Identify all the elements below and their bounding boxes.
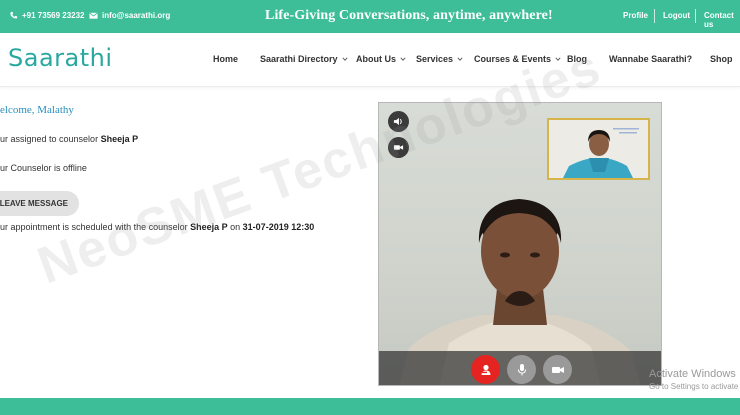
nav-item-label: Wannabe Saarathi?	[609, 54, 693, 64]
nav-item-services[interactable]: Services	[416, 54, 463, 64]
camera-toggle-button[interactable]	[388, 137, 409, 158]
call-control-bar	[379, 351, 661, 385]
end-call-icon	[481, 364, 490, 375]
leave-message-button[interactable]: LEAVE MESSAGE	[0, 191, 79, 216]
chevron-down-icon	[342, 57, 348, 61]
nav-item-courses[interactable]: Courses & Events	[474, 54, 561, 64]
phone-contact[interactable]: +91 73569 23232	[9, 11, 85, 20]
video-camera-icon	[551, 366, 564, 373]
counselor-name: Sheeja P	[100, 134, 139, 144]
nav-item-blog[interactable]: Blog	[567, 54, 587, 64]
appointment-datetime: 31-07-2019 12:30	[242, 222, 315, 232]
local-video-preview	[547, 118, 650, 180]
assigned-prefix: ur assigned to counselor	[0, 134, 101, 144]
topbar-divider	[654, 9, 655, 23]
welcome-heading: elcome, Malathy	[0, 104, 74, 116]
nav-item-directory[interactable]: Saarathi Directory	[260, 54, 348, 64]
microphone-icon	[517, 363, 526, 375]
main-nav: Saarathi Home Saarathi Directory About U…	[0, 33, 740, 87]
nav-item-about[interactable]: About Us	[356, 54, 406, 64]
speaker-icon	[393, 117, 402, 126]
activate-title: Activate Windows	[649, 368, 736, 380]
tagline: Life-Giving Conversations, anytime, anyw…	[265, 8, 553, 23]
phone-number: +91 73569 23232	[22, 11, 85, 20]
activate-subtitle: Go to Settings to activate	[649, 382, 739, 391]
top-bar: +91 73569 23232 info@saarathi.org Life-G…	[0, 0, 740, 33]
profile-link[interactable]: Profile	[623, 11, 648, 20]
speaker-button[interactable]	[388, 111, 409, 132]
appointment-counselor: Sheeja P	[190, 222, 228, 232]
video-camera-icon	[393, 145, 404, 150]
nav-item-label: Courses & Events	[474, 54, 552, 64]
end-call-button[interactable]	[471, 355, 500, 384]
counselor-status-text: ur Counselor is offline	[0, 163, 87, 173]
video-call-panel	[378, 102, 662, 386]
activate-windows-notice: Activate Windows Go to Settings to activ…	[649, 368, 738, 391]
chevron-down-icon	[400, 57, 406, 61]
page: +91 73569 23232 info@saarathi.org Life-G…	[0, 0, 740, 415]
nav-item-home[interactable]: Home	[213, 54, 238, 64]
chevron-down-icon	[457, 57, 463, 61]
nav-item-label: About Us	[356, 54, 396, 64]
logout-link[interactable]: Logout	[663, 11, 690, 20]
assigned-counselor-text: ur assigned to counselor Sheeja P	[0, 134, 138, 144]
footer-bar	[0, 398, 740, 415]
logo-text: Saarathi	[8, 44, 113, 72]
nav-item-label: Home	[213, 54, 239, 64]
contact-us-link[interactable]: Contact us	[704, 11, 740, 29]
microphone-button[interactable]	[507, 355, 536, 384]
appointment-on: on	[227, 222, 243, 232]
appointment-text: ur appointment is scheduled with the cou…	[0, 222, 314, 232]
envelope-icon	[89, 12, 98, 19]
nav-item-label: Blog	[567, 54, 587, 64]
email-address: info@saarathi.org	[102, 11, 171, 20]
site-logo[interactable]: Saarathi	[8, 44, 113, 72]
email-contact[interactable]: info@saarathi.org	[89, 11, 170, 20]
nav-item-label: Shop	[710, 54, 733, 64]
topbar-divider	[695, 9, 696, 23]
nav-item-label: Services	[416, 54, 454, 64]
chevron-down-icon	[555, 57, 561, 61]
nav-item-wannabe[interactable]: Wannabe Saarathi?	[609, 54, 692, 64]
appointment-prefix: ur appointment is scheduled with the cou…	[0, 222, 191, 232]
video-button[interactable]	[543, 355, 572, 384]
local-video-feed	[549, 120, 648, 178]
nav-item-label: Saarathi Directory	[260, 54, 338, 64]
nav-item-shop[interactable]: Shop	[710, 54, 733, 64]
phone-icon	[10, 11, 18, 19]
